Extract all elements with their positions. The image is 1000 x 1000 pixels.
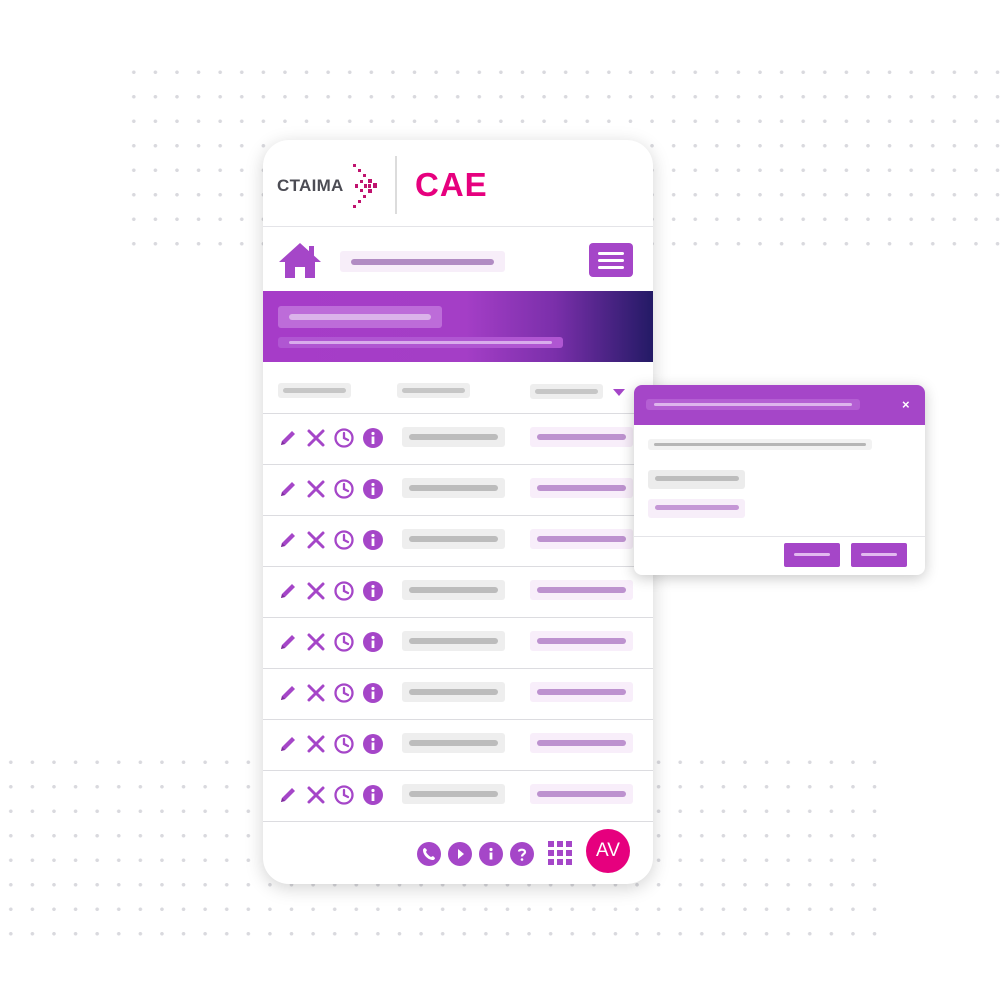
clock-icon[interactable] [333,529,355,556]
phone-icon[interactable] [417,842,441,866]
clock-icon[interactable] [333,682,355,709]
close-icon[interactable]: × [902,397,910,412]
brand-divider [395,156,397,214]
apps-grid-icon[interactable] [548,841,572,865]
page-header-banner [263,291,653,362]
modal-dialog: × [634,385,925,575]
breadcrumb-text-placeholder [351,259,494,265]
brand-header: CTAIMA CAE [263,140,653,227]
dialog-header: × [634,385,925,425]
info-icon[interactable] [362,478,384,505]
table-row[interactable] [263,719,653,771]
home-icon[interactable] [277,241,323,279]
help-icon[interactable] [510,842,534,866]
table-row[interactable] [263,566,653,618]
close-icon[interactable] [305,733,327,760]
table-row[interactable] [263,668,653,720]
table-row[interactable] [263,464,653,516]
clock-icon[interactable] [333,631,355,658]
clock-icon[interactable] [333,733,355,760]
play-icon[interactable] [448,842,472,866]
pencil-icon[interactable] [277,682,299,709]
info-icon[interactable] [362,427,384,454]
company-logo-text: CTAIMA [277,176,344,195]
close-icon[interactable] [305,784,327,811]
dialog-divider [634,536,925,537]
top-navigation [263,227,653,290]
close-icon[interactable] [305,427,327,454]
company-logo-arrow-icon [353,164,377,208]
pencil-icon[interactable] [277,631,299,658]
info-icon[interactable] [362,733,384,760]
mobile-app-frame: CTAIMA CAE AV [263,140,653,884]
hamburger-menu-icon [598,252,624,255]
caret-down-icon[interactable] [613,389,625,396]
clock-icon[interactable] [333,478,355,505]
pencil-icon[interactable] [277,478,299,505]
close-icon[interactable] [305,682,327,709]
pencil-icon[interactable] [277,427,299,454]
product-title: CAE [415,166,488,203]
table-row[interactable] [263,617,653,669]
dialog-primary-button[interactable] [851,543,907,567]
table-row[interactable] [263,515,653,567]
info-icon[interactable] [362,682,384,709]
info-icon[interactable] [479,842,503,866]
clock-icon[interactable] [333,580,355,607]
table-column-headers [263,362,653,414]
close-icon[interactable] [305,580,327,607]
close-icon[interactable] [305,529,327,556]
clock-icon[interactable] [333,427,355,454]
info-icon[interactable] [362,784,384,811]
pencil-icon[interactable] [277,529,299,556]
clock-icon[interactable] [333,784,355,811]
table-row[interactable] [263,413,653,465]
footer-toolbar: AV [263,818,653,884]
user-avatar[interactable]: AV [586,829,630,873]
pencil-icon[interactable] [277,580,299,607]
close-icon[interactable] [305,631,327,658]
hamburger-menu-button[interactable] [589,243,633,277]
pencil-icon[interactable] [277,784,299,811]
close-icon[interactable] [305,478,327,505]
info-icon[interactable] [362,529,384,556]
pencil-icon[interactable] [277,733,299,760]
dialog-secondary-button[interactable] [784,543,840,567]
info-icon[interactable] [362,631,384,658]
table-row[interactable] [263,770,653,822]
info-icon[interactable] [362,580,384,607]
